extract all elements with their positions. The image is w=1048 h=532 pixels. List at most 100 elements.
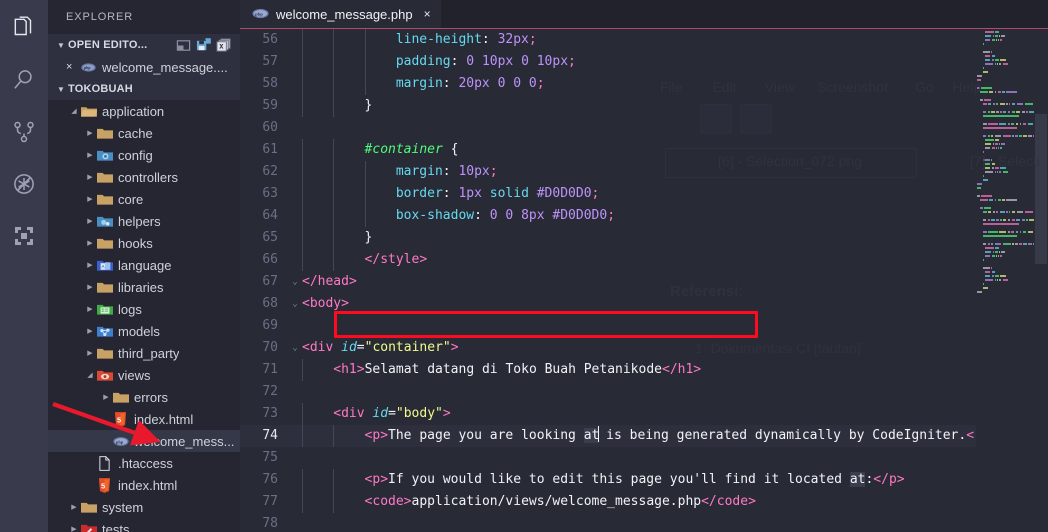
code-line-70[interactable]: 70⌄<div id="container"> [240, 337, 1048, 359]
indent-guide [365, 183, 366, 205]
source-control-icon[interactable] [0, 108, 48, 156]
minimap-token [983, 219, 987, 221]
explorer-icon[interactable] [0, 4, 48, 52]
tree-item-cache[interactable]: ▶cache [48, 122, 240, 144]
code-line-71[interactable]: 71<h1>Selamat datang di Toko Buah Petani… [240, 359, 1048, 381]
tree-item-models[interactable]: ▶models [48, 320, 240, 342]
close-icon[interactable]: × [66, 62, 80, 73]
code-line-64[interactable]: 64box-shadow: 0 0 8px #D0D0D0; [240, 205, 1048, 227]
chevron-right-icon[interactable]: ▶ [84, 218, 96, 225]
open-editor-item[interactable]: × php welcome_message.... [48, 56, 240, 78]
code-line-62[interactable]: 62margin: 10px; [240, 161, 1048, 183]
tree-item-third-party[interactable]: ▶third_party [48, 342, 240, 364]
chevron-down-icon[interactable]: ◢ [84, 372, 96, 379]
chevron-right-icon[interactable]: ▶ [84, 152, 96, 159]
scrollbar-thumb[interactable] [1035, 114, 1047, 264]
tree-item-helpers[interactable]: ▶ helpers [48, 210, 240, 232]
fold-spacer [288, 51, 302, 73]
chevron-right-icon[interactable]: ▶ [84, 196, 96, 203]
workspace-header[interactable]: ▼ TOKOBUAH [48, 78, 240, 100]
fold-spacer [288, 73, 302, 95]
close-all-icon[interactable]: x [216, 38, 232, 53]
chevron-right-icon[interactable]: ▶ [84, 174, 96, 181]
vertical-scrollbar[interactable] [1034, 29, 1048, 532]
indent-guide [365, 161, 366, 183]
code-line-67[interactable]: 67⌄</head> [240, 271, 1048, 293]
minimap-token [999, 251, 1000, 253]
code-line-59[interactable]: 59} [240, 95, 1048, 117]
minimap-token [983, 151, 984, 153]
code-text: } [365, 95, 373, 117]
minimap-token [983, 67, 984, 69]
open-editors-header[interactable]: ▼ OPEN EDITO... x [48, 34, 240, 56]
code-line-78[interactable]: 78 [240, 513, 1048, 532]
minimap-token [988, 111, 990, 113]
indent-guide [302, 29, 303, 51]
chevron-right-icon[interactable]: ▶ [84, 240, 96, 247]
tree-item-application[interactable]: ◢application [48, 100, 240, 122]
tree-item-config[interactable]: ▶config [48, 144, 240, 166]
chevron-right-icon[interactable]: ▶ [84, 284, 96, 291]
tree-item-logs[interactable]: ▶logs [48, 298, 240, 320]
close-icon[interactable]: × [420, 7, 431, 21]
code-line-77[interactable]: 77<code>application/views/welcome_messag… [240, 491, 1048, 513]
minimap[interactable] [976, 29, 1034, 532]
extensions-icon[interactable] [0, 212, 48, 260]
tree-item-label: core [113, 192, 143, 207]
code-line-75[interactable]: 75 [240, 447, 1048, 469]
tree-item-errors[interactable]: ▶errors [48, 386, 240, 408]
code-line-60[interactable]: 60 [240, 117, 1048, 139]
code-line-65[interactable]: 65} [240, 227, 1048, 249]
minimap-token [1026, 111, 1027, 113]
code-line-63[interactable]: 63border: 1px solid #D0D0D0; [240, 183, 1048, 205]
chevron-right-icon[interactable]: ▶ [84, 328, 96, 335]
tree-item-welcome-mess-[interactable]: phpwelcome_mess... [48, 430, 240, 452]
save-all-icon[interactable] [196, 38, 211, 53]
tree-item-core[interactable]: ▶ core [48, 188, 240, 210]
fold-chevron-icon[interactable]: ⌄ [288, 293, 302, 315]
minimap-token [1025, 211, 1033, 213]
code-editor[interactable]: 56line-height: 32px;57padding: 0 10px 0 … [240, 29, 1048, 532]
tab-welcome-message-php[interactable]: php welcome_message.php × [240, 0, 441, 29]
minimap-token [985, 147, 990, 149]
tree-item-language[interactable]: ▶Alanguage [48, 254, 240, 276]
search-icon[interactable] [0, 56, 48, 104]
run-debug-icon[interactable] [0, 160, 48, 208]
tree-item-libraries[interactable]: ▶libraries [48, 276, 240, 298]
code-line-73[interactable]: 73<div id="body"> [240, 403, 1048, 425]
minimap-token [995, 63, 996, 65]
code-line-74[interactable]: 74<p>The page you are looking at is bein… [240, 425, 1048, 447]
tree-item-views[interactable]: ◢views [48, 364, 240, 386]
chevron-down-icon[interactable]: ◢ [68, 108, 80, 115]
minimap-token [998, 199, 1001, 201]
code-line-58[interactable]: 58margin: 20px 0 0 0; [240, 73, 1048, 95]
fold-spacer [288, 117, 302, 139]
code-line-76[interactable]: 76<p>If you would like to edit this page… [240, 469, 1048, 491]
chevron-right-icon[interactable]: ▶ [68, 504, 80, 511]
code-line-57[interactable]: 57padding: 0 10px 0 10px; [240, 51, 1048, 73]
tree-item--htaccess[interactable]: .htaccess [48, 452, 240, 474]
chevron-right-icon[interactable]: ▶ [100, 394, 112, 401]
new-file-icon[interactable] [176, 38, 191, 53]
tree-item-label: helpers [113, 214, 161, 229]
chevron-right-icon[interactable]: ▶ [84, 130, 96, 137]
code-line-66[interactable]: 66</style> [240, 249, 1048, 271]
fold-chevron-icon[interactable]: ⌄ [288, 337, 302, 359]
tree-item-hooks[interactable]: ▶hooks [48, 232, 240, 254]
code-line-61[interactable]: 61#container { [240, 139, 1048, 161]
minimap-token [995, 135, 1001, 137]
code-line-56[interactable]: 56line-height: 32px; [240, 29, 1048, 51]
tree-item-tests[interactable]: ▶tests [48, 518, 240, 532]
chevron-right-icon[interactable]: ▶ [84, 306, 96, 313]
chevron-right-icon[interactable]: ▶ [84, 350, 96, 357]
tree-item-index-html[interactable]: 5index.html [48, 408, 240, 430]
tree-item-label: index.html [129, 412, 193, 427]
tree-item-index-html[interactable]: 5index.html [48, 474, 240, 496]
minimap-token [1008, 219, 1011, 221]
chevron-right-icon[interactable]: ▶ [68, 526, 80, 532]
chevron-right-icon[interactable]: ▶ [84, 262, 96, 269]
tree-item-controllers[interactable]: ▶controllers [48, 166, 240, 188]
code-line-72[interactable]: 72 [240, 381, 1048, 403]
fold-chevron-icon[interactable]: ⌄ [288, 271, 302, 293]
tree-item-system[interactable]: ▶system [48, 496, 240, 518]
